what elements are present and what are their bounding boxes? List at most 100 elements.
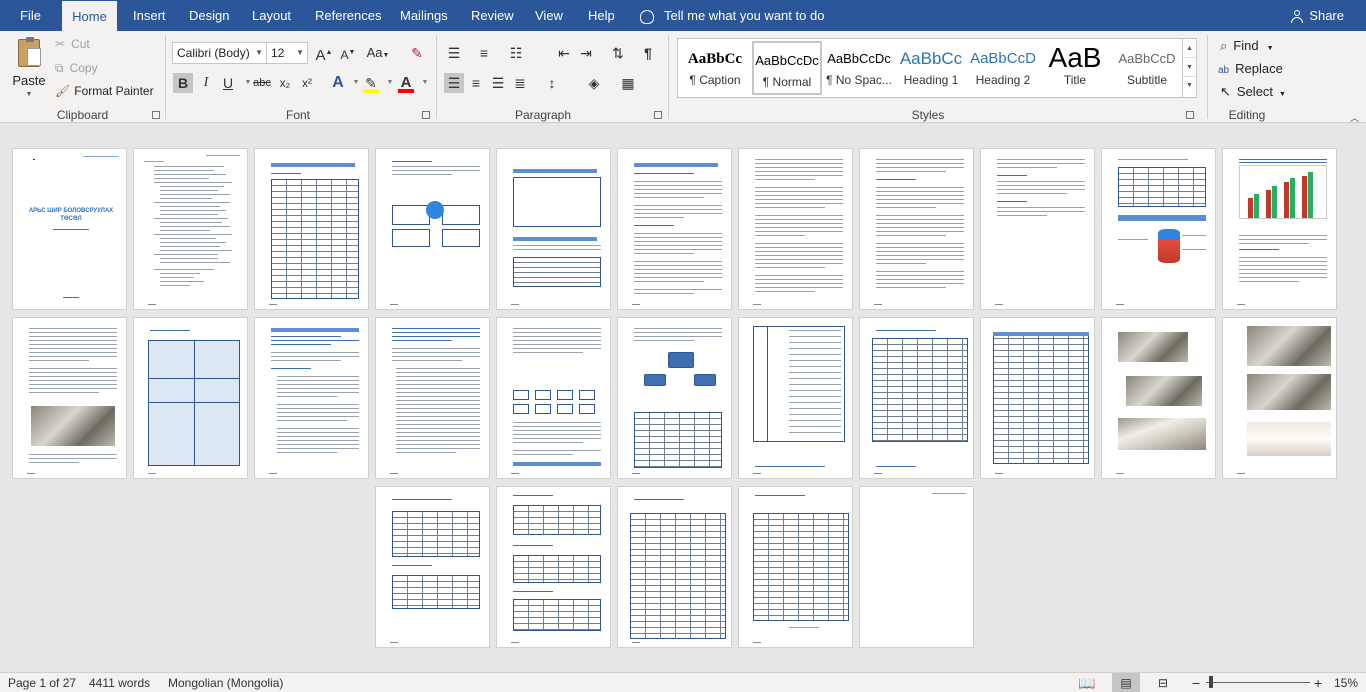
align-left-icon[interactable]: ☰ <box>444 73 464 93</box>
paragraph-launcher-icon[interactable] <box>654 111 662 119</box>
document-page[interactable] <box>617 486 732 648</box>
shading-icon[interactable]: ◈ <box>584 73 604 93</box>
justify-icon[interactable]: ≣ <box>510 73 530 93</box>
zoom-out-icon[interactable]: − <box>1192 673 1200 692</box>
increase-indent-icon[interactable]: ⇥ <box>576 43 596 63</box>
style-heading-1[interactable]: AaBbCc Heading 1 <box>896 41 966 95</box>
document-page[interactable]: АРЬС ШИР БОЛОВСРУУЛАХ ТӨСӨЛ <box>12 148 127 310</box>
paste-button[interactable]: Paste ▼ <box>10 37 48 101</box>
document-page[interactable] <box>738 486 853 648</box>
zoom-slider-thumb[interactable] <box>1208 676 1213 688</box>
document-page[interactable] <box>738 148 853 310</box>
document-page[interactable] <box>617 317 732 479</box>
align-center-icon[interactable]: ≡ <box>466 73 486 93</box>
document-page[interactable] <box>1222 317 1337 479</box>
document-page[interactable] <box>1101 317 1216 479</box>
word-count[interactable]: 4411 words <box>89 673 150 692</box>
document-page[interactable] <box>617 148 732 310</box>
select-button[interactable]: ↖ Select ▼ <box>1220 84 1286 100</box>
document-page[interactable] <box>254 148 369 310</box>
zoom-level[interactable]: 15% <box>1330 673 1358 692</box>
document-page[interactable] <box>12 317 127 479</box>
font-color-button[interactable]: A <box>396 73 416 93</box>
share-button[interactable]: Share <box>1291 0 1344 31</box>
document-page[interactable] <box>133 317 248 479</box>
tab-file[interactable]: File <box>18 0 43 31</box>
style-no-spacing[interactable]: AaBbCcDc ¶ No Spac... <box>824 41 894 95</box>
tab-design[interactable]: Design <box>187 0 231 31</box>
chevron-down-icon[interactable]: ▼ <box>1183 58 1196 77</box>
font-launcher-icon[interactable] <box>422 111 430 119</box>
document-page[interactable] <box>375 317 490 479</box>
style-caption[interactable]: AaBbCc ¶ Caption <box>680 41 750 95</box>
tab-view[interactable]: View <box>533 0 565 31</box>
document-page[interactable] <box>859 148 974 310</box>
document-page[interactable] <box>375 148 490 310</box>
bullets-icon[interactable]: ☰ <box>444 43 464 63</box>
web-layout-icon[interactable]: ⊟ <box>1158 673 1168 692</box>
tell-me-box[interactable]: Tell me what you want to do <box>640 0 824 31</box>
font-size-combo[interactable]: 12 ▼ <box>266 42 308 64</box>
gallery-more-icon[interactable]: ▼ <box>1183 77 1196 95</box>
align-right-icon[interactable]: ☰ <box>488 73 508 93</box>
multilevel-list-icon[interactable]: ☷ <box>506 43 526 63</box>
style-heading-2[interactable]: AaBbCcD Heading 2 <box>968 41 1038 95</box>
highlight-button[interactable]: ✎ <box>361 73 381 93</box>
read-mode-icon[interactable]: 📖 <box>1078 673 1095 692</box>
document-page[interactable] <box>1222 148 1337 310</box>
tab-mailings[interactable]: Mailings <box>398 0 450 31</box>
document-page[interactable] <box>859 317 974 479</box>
cut-button[interactable]: ✂ Cut <box>55 37 90 51</box>
document-page[interactable] <box>496 317 611 479</box>
style-subtitle[interactable]: AaBbCcD Subtitle <box>1112 41 1182 95</box>
document-page[interactable] <box>980 317 1095 479</box>
print-layout-icon[interactable]: ▤ <box>1112 673 1140 692</box>
zoom-in-icon[interactable]: + <box>1314 673 1322 692</box>
tab-references[interactable]: References <box>313 0 383 31</box>
superscript-button[interactable]: x² <box>297 73 317 93</box>
style-title[interactable]: AaB Title <box>1040 41 1110 95</box>
format-painter-button[interactable]: 🖌 Format Painter <box>55 84 154 98</box>
document-page[interactable] <box>496 486 611 648</box>
subscript-button[interactable]: x₂ <box>275 73 295 93</box>
grow-font-button[interactable]: A▲ <box>314 43 334 64</box>
replace-button[interactable]: ab Replace <box>1218 61 1283 76</box>
gallery-scroll[interactable]: ▲ ▼ ▼ <box>1182 39 1196 97</box>
sort-icon[interactable]: ⇅ <box>608 43 628 63</box>
page-count[interactable]: Page 1 of 27 <box>8 673 76 692</box>
text-effects-icon[interactable]: A <box>328 73 348 93</box>
underline-button[interactable]: U <box>218 73 238 93</box>
clipboard-launcher-icon[interactable] <box>152 111 160 119</box>
zoom-slider[interactable] <box>1206 676 1310 688</box>
copy-button[interactable]: ⧉ Copy <box>55 61 98 76</box>
change-case-button[interactable]: Aa▼ <box>364 43 392 63</box>
language-indicator[interactable]: Mongolian (Mongolia) <box>168 673 283 692</box>
tab-review[interactable]: Review <box>469 0 516 31</box>
document-page[interactable] <box>496 148 611 310</box>
clear-formatting-icon[interactable]: ✎ <box>407 43 427 63</box>
strikethrough-button[interactable]: abc <box>252 73 272 93</box>
tab-insert[interactable]: Insert <box>131 0 168 31</box>
document-page[interactable] <box>980 148 1095 310</box>
bold-button[interactable]: B <box>173 73 193 93</box>
chevron-down-icon[interactable]: ▼ <box>415 73 435 93</box>
collapse-ribbon-icon[interactable]: ︿ <box>1350 111 1359 124</box>
chevron-up-icon[interactable]: ▲ <box>1183 39 1196 58</box>
document-page[interactable] <box>375 486 490 648</box>
document-page[interactable] <box>859 486 974 648</box>
tab-layout[interactable]: Layout <box>250 0 293 31</box>
document-canvas[interactable]: АРЬС ШИР БОЛОВСРУУЛАХ ТӨСӨЛ <box>0 124 1366 672</box>
document-page[interactable] <box>738 317 853 479</box>
tab-help[interactable]: Help <box>586 0 617 31</box>
numbering-icon[interactable]: ≡ <box>474 43 494 63</box>
style-normal[interactable]: AaBbCcDc ¶ Normal <box>752 41 822 95</box>
document-page[interactable] <box>1101 148 1216 310</box>
borders-icon[interactable]: ▦ <box>618 73 638 93</box>
line-spacing-icon[interactable]: ↕ <box>542 73 562 93</box>
italic-button[interactable]: I <box>196 73 216 93</box>
tab-home[interactable]: Home <box>62 1 117 31</box>
decrease-indent-icon[interactable]: ⇤ <box>554 43 574 63</box>
font-family-combo[interactable]: Calibri (Body) ▼ <box>172 42 267 64</box>
styles-launcher-icon[interactable] <box>1186 111 1194 119</box>
document-page[interactable] <box>133 148 248 310</box>
